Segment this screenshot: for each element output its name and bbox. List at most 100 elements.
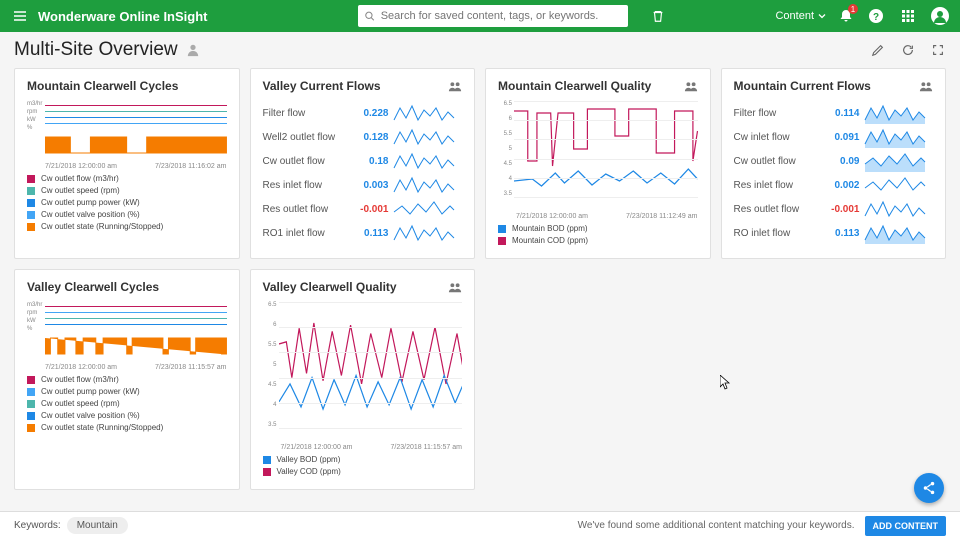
quality-chart[interactable]: 6.565.554.543.5 [498, 101, 698, 211]
shared-person-icon [186, 43, 200, 57]
flow-row[interactable]: Res outlet flow-0.001 [734, 197, 934, 221]
flow-label: Filter flow [734, 108, 816, 119]
svg-text:?: ? [873, 12, 879, 23]
help-icon[interactable]: ? [866, 6, 886, 26]
card-valley-quality: Valley Clearwell Quality 6.565.554.543.5… [250, 269, 476, 490]
card-mountain-flows: Mountain Current Flows Filter flow0.114C… [721, 68, 947, 259]
flow-row[interactable]: Cw inlet flow0.091 [734, 125, 934, 149]
legend: Mountain BOD (ppm) Mountain COD (ppm) [498, 224, 698, 245]
card-title: Mountain Clearwell Quality [498, 79, 651, 93]
refresh-icon[interactable] [900, 42, 916, 58]
cycle-chart[interactable]: m3/hr rpm kW % [27, 101, 227, 161]
flow-value: 0.114 [816, 108, 860, 119]
hamburger-icon[interactable] [10, 6, 30, 26]
time-labels: 7/21/2018 12:00:00 am 7/23/2018 11:12:49… [516, 213, 698, 220]
flow-label: Cw inlet flow [734, 132, 816, 143]
card-valley-cycles: Valley Clearwell Cycles m3/hr rpm kW % 7… [14, 269, 240, 490]
card-title: Mountain Current Flows [734, 79, 871, 93]
footer-bar: Keywords: Mountain We've found some addi… [0, 511, 960, 539]
legend-item: Cw outlet pump power (kW) [27, 198, 227, 207]
share-icon[interactable] [684, 80, 698, 92]
legend-item: Valley BOD (ppm) [263, 455, 463, 464]
user-avatar-icon[interactable] [930, 6, 950, 26]
flow-row[interactable]: RO1 inlet flow0.113 [263, 221, 463, 245]
legend-item: Mountain BOD (ppm) [498, 224, 698, 233]
card-title: Valley Current Flows [263, 79, 381, 93]
flow-row[interactable]: Filter flow0.228 [263, 101, 463, 125]
flow-value: -0.001 [345, 204, 389, 215]
legend-item: Valley COD (ppm) [263, 467, 463, 476]
legend-item: Cw outlet speed (rpm) [27, 399, 227, 408]
flow-row[interactable]: Cw outlet flow0.18 [263, 149, 463, 173]
legend-item: Cw outlet valve position (%) [27, 411, 227, 420]
card-mountain-cycles: Mountain Clearwell Cycles m3/hr rpm kW %… [14, 68, 240, 259]
card-title: Valley Clearwell Cycles [27, 280, 159, 294]
flow-value: 0.113 [816, 228, 860, 239]
flow-value: 0.09 [816, 156, 860, 167]
brand-label: Wonderware Online InSight [38, 9, 208, 24]
page-title: Multi-Site Overview [14, 39, 178, 61]
app-header: Wonderware Online InSight Content 1 ? [0, 0, 960, 32]
legend: Cw outlet flow (m3/hr) Cw outlet pump pow… [27, 375, 227, 432]
notification-badge: 1 [848, 4, 858, 14]
flow-table: Filter flow0.228Well2 outlet flow0.128Cw… [263, 101, 463, 245]
legend-item: Cw outlet state (Running/Stopped) [27, 423, 227, 432]
flow-row[interactable]: Res inlet flow0.003 [263, 173, 463, 197]
flow-row[interactable]: Res inlet flow0.002 [734, 173, 934, 197]
flow-value: 0.002 [816, 180, 860, 191]
content-dropdown[interactable]: Content [775, 10, 826, 22]
card-mountain-quality: Mountain Clearwell Quality 6.565.554.543… [485, 68, 711, 259]
quality-chart[interactable]: 6.565.554.543.5 [263, 302, 463, 442]
legend-item: Cw outlet speed (rpm) [27, 186, 227, 195]
trash-icon[interactable] [648, 6, 668, 26]
apps-icon[interactable] [898, 6, 918, 26]
share-icon[interactable] [448, 281, 462, 293]
legend: Valley BOD (ppm) Valley COD (ppm) [263, 455, 463, 476]
time-labels: 7/21/2018 12:00:00 am 7/23/2018 11:16:02… [45, 163, 227, 170]
legend-item: Cw outlet flow (m3/hr) [27, 375, 227, 384]
keyword-chip[interactable]: Mountain [67, 517, 128, 534]
flow-value: -0.001 [816, 204, 860, 215]
edit-icon[interactable] [870, 42, 886, 58]
legend-item: Cw outlet pump power (kW) [27, 387, 227, 396]
flow-row[interactable]: Cw outlet flow0.09 [734, 149, 934, 173]
flow-label: Res inlet flow [734, 180, 816, 191]
legend-item: Cw outlet state (Running/Stopped) [27, 222, 227, 231]
flow-row[interactable]: Res outlet flow-0.001 [263, 197, 463, 221]
card-title: Valley Clearwell Quality [263, 280, 397, 294]
share-icon[interactable] [919, 80, 933, 92]
notifications-icon[interactable]: 1 [838, 8, 854, 24]
flow-row[interactable]: Well2 outlet flow0.128 [263, 125, 463, 149]
flow-label: Cw outlet flow [734, 156, 816, 167]
content-label: Content [775, 10, 814, 22]
add-content-button[interactable]: ADD CONTENT [865, 516, 947, 536]
search-icon [364, 10, 375, 22]
flow-label: Res inlet flow [263, 180, 345, 191]
flow-value: 0.228 [345, 108, 389, 119]
flow-label: Res outlet flow [734, 204, 816, 215]
flow-label: RO inlet flow [734, 228, 816, 239]
chevron-down-icon [818, 12, 826, 20]
share-icon[interactable] [448, 80, 462, 92]
card-title: Mountain Clearwell Cycles [27, 79, 178, 93]
share-fab[interactable] [914, 473, 944, 503]
legend-item: Mountain COD (ppm) [498, 236, 698, 245]
flow-row[interactable]: Filter flow0.114 [734, 101, 934, 125]
flow-label: Filter flow [263, 108, 345, 119]
flow-row[interactable]: RO inlet flow0.113 [734, 221, 934, 245]
time-labels: 7/21/2018 12:00:00 am 7/23/2018 11:15:57… [45, 364, 227, 371]
legend: Cw outlet flow (m3/hr) Cw outlet speed (r… [27, 174, 227, 231]
search-input[interactable] [381, 10, 622, 22]
keywords-label: Keywords: [14, 520, 61, 531]
flow-value: 0.091 [816, 132, 860, 143]
fullscreen-icon[interactable] [930, 42, 946, 58]
flow-value: 0.18 [345, 156, 389, 167]
flow-value: 0.003 [345, 180, 389, 191]
legend-item: Cw outlet flow (m3/hr) [27, 174, 227, 183]
flow-label: RO1 inlet flow [263, 228, 345, 239]
flow-value: 0.113 [345, 228, 389, 239]
search-box[interactable] [358, 5, 628, 27]
flow-label: Cw outlet flow [263, 156, 345, 167]
cycle-chart[interactable]: m3/hr rpm kW % [27, 302, 227, 362]
page-titlebar: Multi-Site Overview [0, 32, 960, 68]
